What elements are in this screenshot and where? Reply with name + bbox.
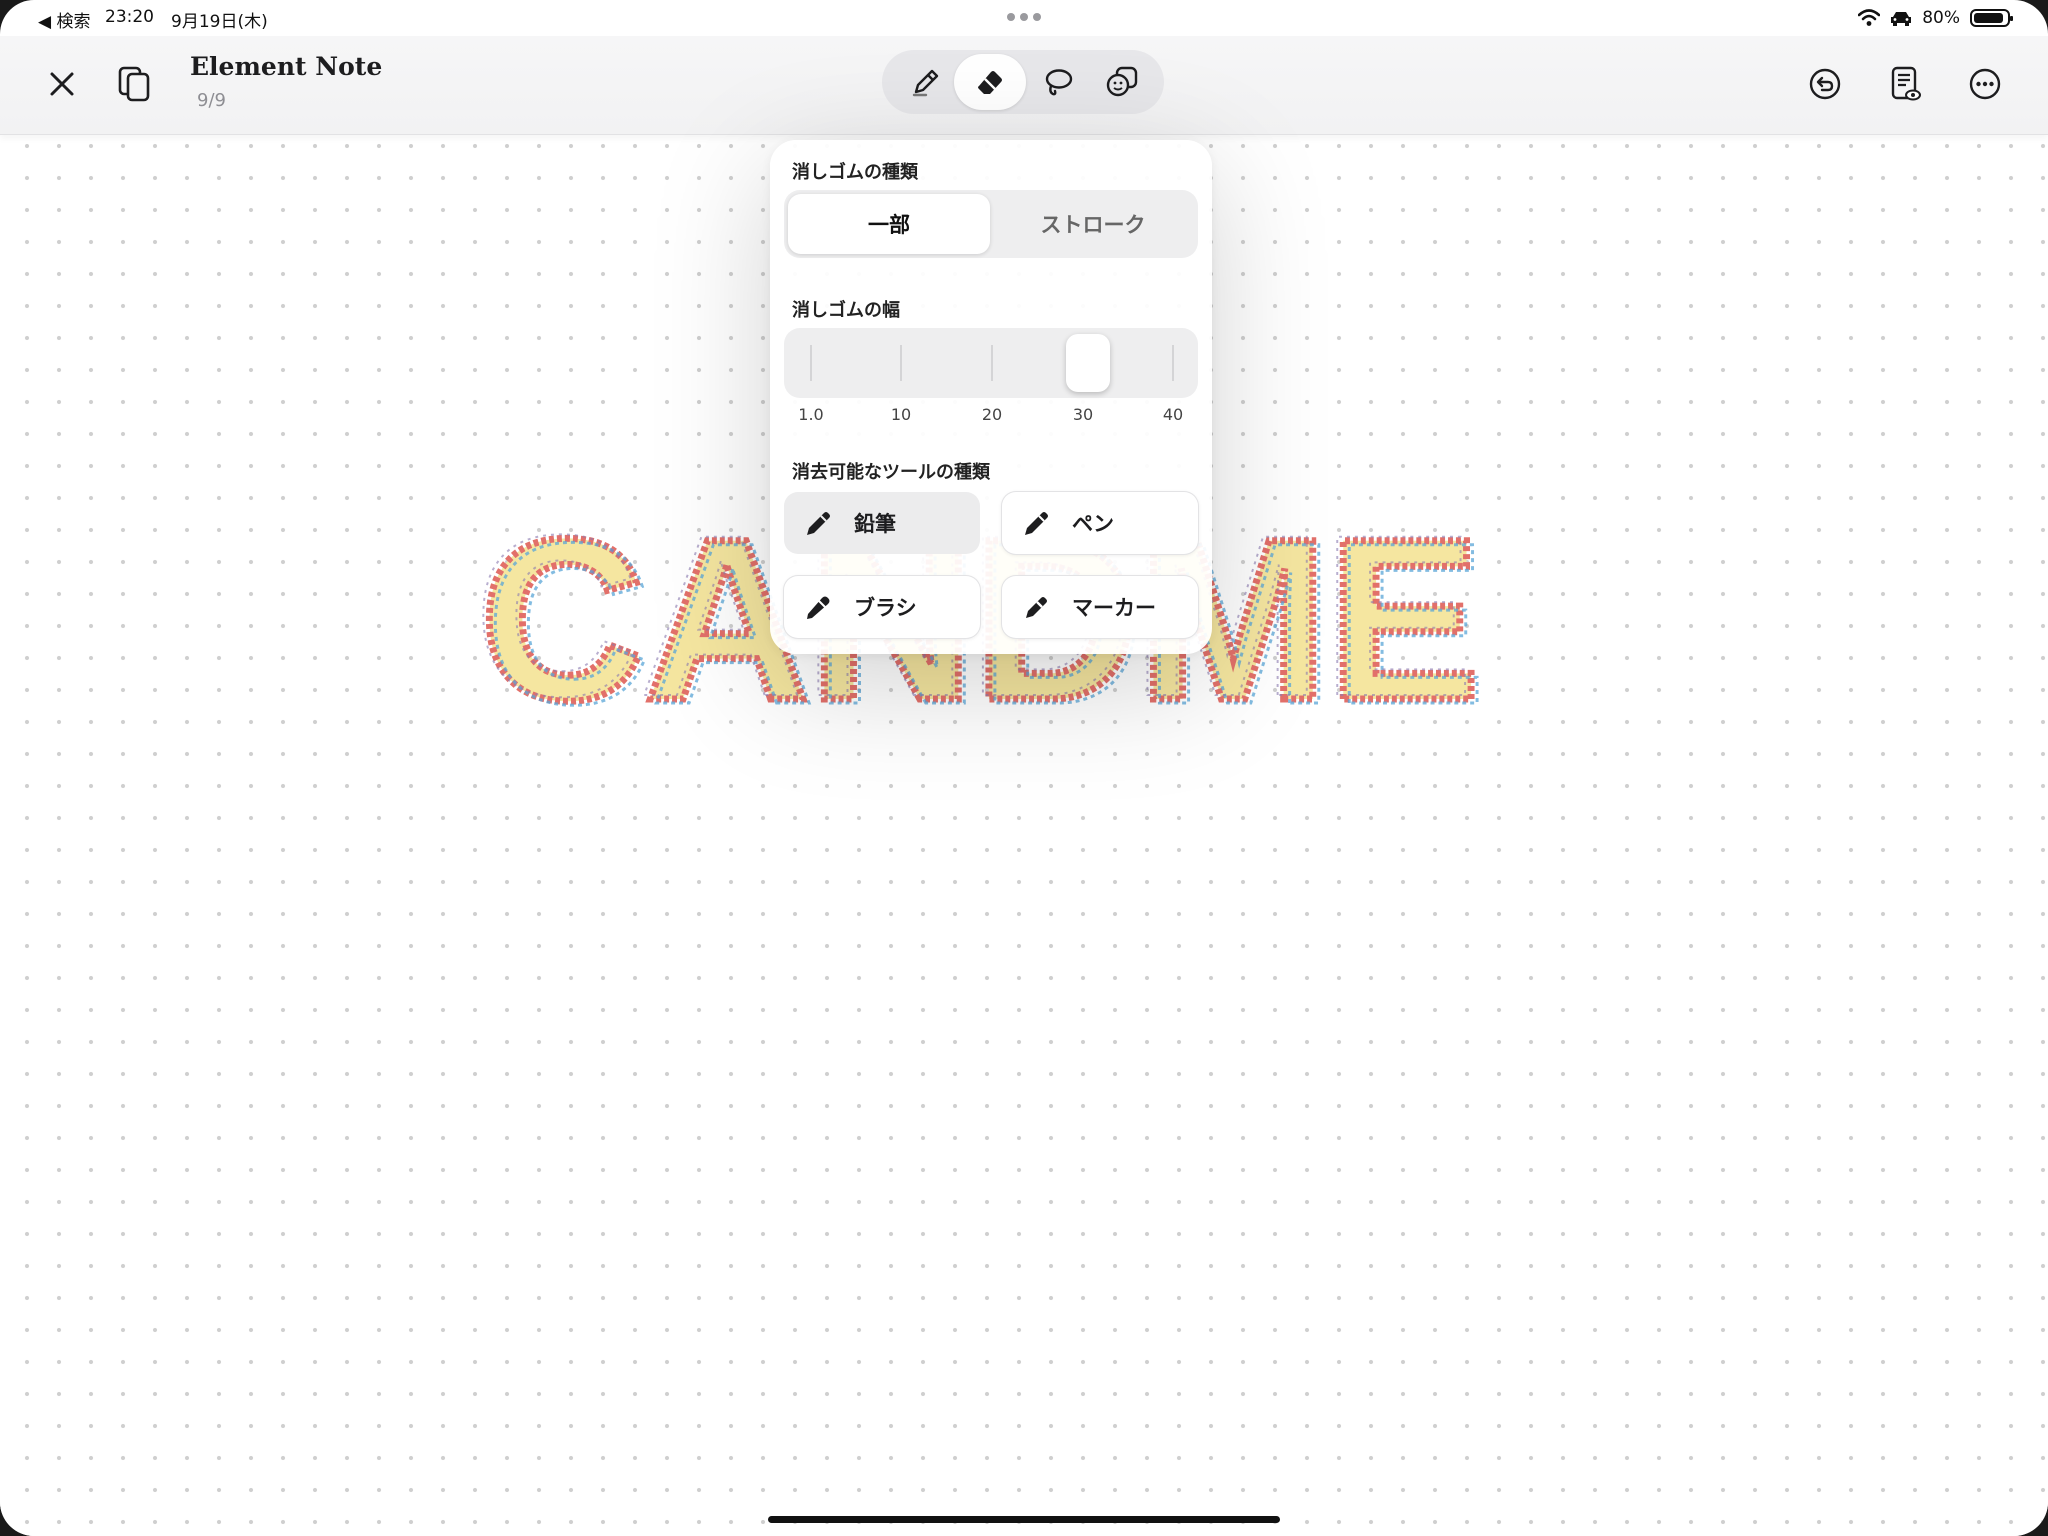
lasso-icon [1045,69,1073,96]
erasable-tool-label: ペン [1072,512,1114,536]
back-to-search-link[interactable]: ◀ 検索 [38,7,90,32]
page-view-button[interactable] [1877,56,1933,112]
status-date: 9月19日(木) [171,12,268,32]
wifi-icon [1858,9,1881,26]
battery-icon [1970,9,2013,27]
undo-icon [1809,68,1841,100]
erasable-pencil-toggle[interactable]: 鉛筆 [784,492,980,554]
eraser-type-segmented-control: 一部 ストローク [784,190,1198,258]
slider-tick [810,345,812,381]
erasable-tools-label: 消去可能なツールの種類 [792,462,990,483]
erasable-brush-toggle[interactable]: ブラシ [784,576,980,638]
brush-icon [807,596,830,619]
width-scale-label: 1.0 [798,405,824,424]
status-right: 80% [1858,5,2013,31]
erasable-tool-label: ブラシ [854,596,917,620]
more-options-button[interactable] [1957,56,2013,112]
status-bar: ◀ 検索 23:20 9月19日(木) 80% [0,0,2048,36]
status-time: 23:20 [105,7,154,27]
lasso-tool-button[interactable] [1028,54,1088,110]
sticker-tool-button[interactable] [1092,54,1152,110]
marker-icon [1026,597,1047,618]
car-icon [1891,12,1912,26]
slider-tick [991,345,993,381]
page-indicator: 9/9 [197,90,226,111]
width-scale-label: 30 [1072,405,1094,424]
pencil-tool-button[interactable] [896,54,956,110]
eraser-settings-popover: 消しゴムの種類 一部 ストローク 消しゴムの幅 1.0 10 20 30 40 … [770,140,1212,654]
eraser-type-label: 消しゴムの種類 [792,162,918,183]
eraser-width-label: 消しゴムの幅 [792,300,900,321]
undo-button[interactable] [1797,56,1853,112]
slider-tick [900,345,902,381]
pencil-icon [807,512,830,535]
eraser-tool-button[interactable] [954,54,1026,110]
close-button[interactable] [34,56,90,112]
battery-percent: 80% [1922,8,1960,28]
pages-button[interactable] [106,56,162,112]
home-indicator[interactable] [768,1516,1280,1523]
eraser-type-stroke-option[interactable]: ストローク [992,194,1194,254]
erasable-tool-label: 鉛筆 [854,512,896,536]
note-title[interactable]: Element Note [190,52,382,81]
erasable-pen-toggle[interactable]: ペン [1002,492,1198,554]
width-scale-label: 40 [1162,405,1184,424]
eraser-type-partial-option[interactable]: 一部 [788,194,990,254]
sticker-icon [1106,66,1138,97]
page-view-icon [1891,66,1921,101]
eraser-icon [978,71,1002,94]
pen-icon [1025,512,1048,535]
pencil-icon [912,69,939,97]
eraser-width-slider[interactable] [784,328,1198,398]
close-icon [50,72,74,96]
slider-tick [1172,345,1174,381]
note-toolbar: Element Note 9/9 [0,36,2048,135]
width-scale-label: 10 [890,405,912,424]
width-scale-label: 20 [981,405,1003,424]
erasable-marker-toggle[interactable]: マーカー [1002,576,1198,638]
erasable-tool-label: マーカー [1072,596,1156,620]
more-icon [1969,68,2001,100]
multitasking-dots-icon[interactable] [1006,12,1042,22]
screen: CANDME CANDME CANDME ◀ 検索 23:20 9月19日(木)… [0,0,2048,1536]
pages-icon [118,66,150,102]
tool-switcher [882,50,1164,114]
eraser-width-slider-thumb[interactable] [1066,334,1110,392]
